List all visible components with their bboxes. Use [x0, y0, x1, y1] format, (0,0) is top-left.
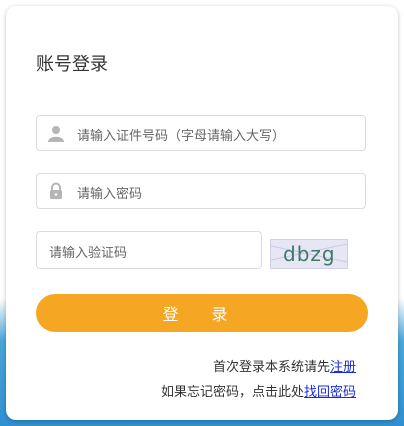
login-button-label: 登 录 [162, 305, 242, 324]
captcha-input[interactable]: 请输入验证码 [36, 231, 262, 269]
login-title: 账号登录 [36, 54, 108, 75]
captcha-text: dbzg [283, 242, 336, 266]
captcha-image[interactable]: dbzg [270, 239, 348, 269]
forgot-hint-text: 如果忘记密码，点击此处 [160, 385, 304, 400]
forgot-password-hint: 如果忘记密码，点击此处找回密码 [161, 381, 356, 400]
captcha-placeholder: 请输入验证码 [49, 246, 128, 261]
password-placeholder: 请输入密码 [77, 187, 143, 202]
register-hint-text: 首次登录本系统请先 [212, 360, 330, 375]
user-icon [47, 124, 65, 142]
login-button[interactable]: 登 录 [36, 294, 368, 332]
lock-icon [47, 182, 65, 200]
password-input[interactable]: 请输入密码 [36, 173, 366, 209]
id-number-input[interactable]: 请输入证件号码（字母请输入大写） [36, 115, 366, 151]
register-hint: 首次登录本系统请先注册 [213, 356, 356, 375]
register-link[interactable]: 注册 [330, 360, 356, 375]
id-number-placeholder: 请输入证件号码（字母请输入大写） [77, 129, 286, 144]
forgot-password-link[interactable]: 找回密码 [304, 385, 356, 400]
